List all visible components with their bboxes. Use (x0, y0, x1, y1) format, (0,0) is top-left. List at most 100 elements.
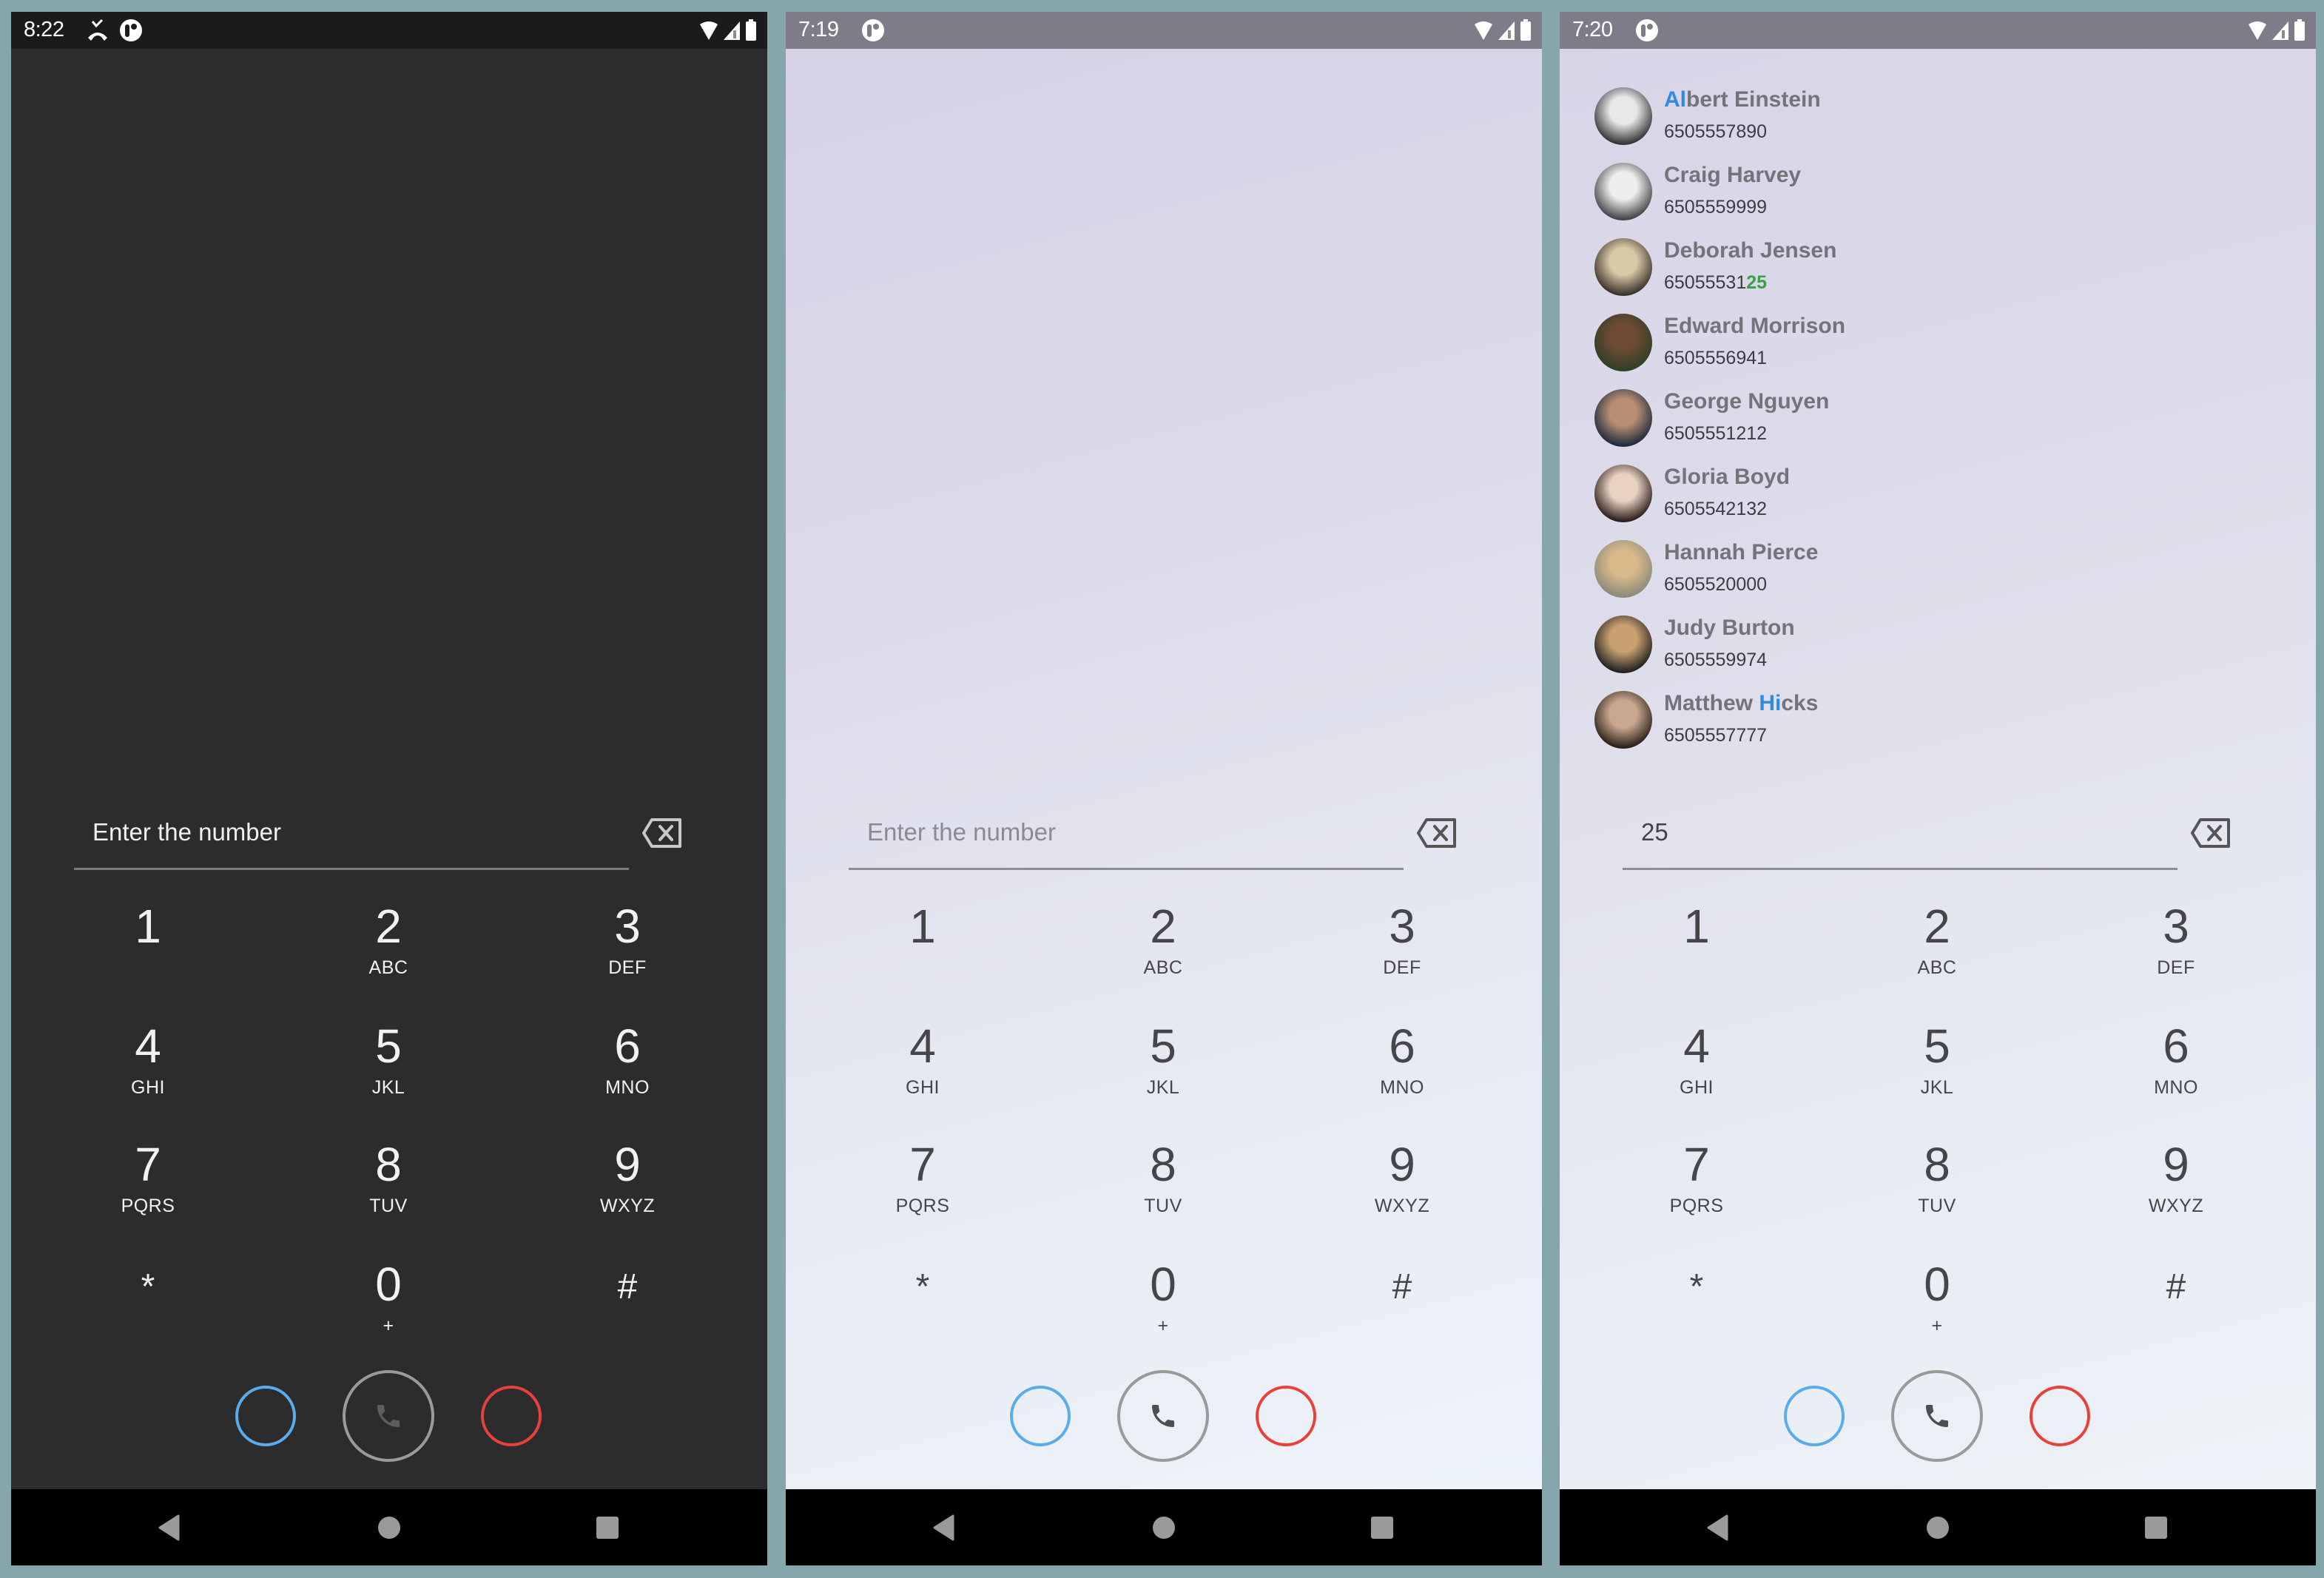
key-2[interactable]: 2 ABC (1878, 892, 1996, 996)
key-digit: 9 (2163, 1138, 2189, 1191)
key-0[interactable]: 0 + (1878, 1250, 1996, 1354)
call-actions (786, 1370, 1542, 1462)
key-letters: MNO (605, 1077, 650, 1098)
number-input-text[interactable]: 25 (1641, 818, 1668, 846)
key-2[interactable]: 2 ABC (1104, 892, 1222, 996)
key-6[interactable]: 6 MNO (1343, 1012, 1461, 1116)
key-6[interactable]: 6 MNO (568, 1012, 687, 1116)
key-8[interactable]: 8 TUV (329, 1130, 448, 1234)
blue-circle-button[interactable] (1784, 1386, 1845, 1446)
key-1[interactable]: 1 (1637, 892, 1756, 996)
key-9[interactable]: 9 WXYZ (1343, 1130, 1461, 1234)
key-3[interactable]: 3 DEF (568, 892, 687, 996)
contact-item[interactable]: Hannah Pierce 6505520000 (1560, 530, 2316, 605)
call-button[interactable] (1117, 1370, 1209, 1462)
key-5[interactable]: 5 JKL (1104, 1012, 1222, 1116)
back-button[interactable] (1702, 1513, 1732, 1542)
contact-item[interactable]: Craig Harvey 6505559999 (1560, 152, 2316, 228)
key-2[interactable]: 2 ABC (329, 892, 448, 996)
recents-button[interactable] (1367, 1513, 1397, 1542)
name-part: Deborah Jensen (1664, 238, 1837, 263)
number-input-placeholder[interactable]: Enter the number (92, 818, 281, 846)
status-bar: 7:20 (1560, 12, 2316, 49)
key-letters: + (1157, 1315, 1169, 1336)
backspace-icon (642, 818, 681, 848)
wifi-icon (2249, 21, 2266, 40)
key-1[interactable]: 1 (863, 892, 982, 996)
backspace-button[interactable] (641, 817, 683, 849)
number-input[interactable]: Enter the number (849, 796, 1404, 870)
home-button[interactable] (1923, 1513, 1953, 1542)
recents-button[interactable] (2141, 1513, 2171, 1542)
key-digit: * (141, 1267, 155, 1306)
key-0[interactable]: 0 + (1104, 1250, 1222, 1354)
contact-name: George Nguyen (1664, 389, 1829, 414)
key-7[interactable]: 7 PQRS (89, 1130, 207, 1234)
phone-screen-3: 7:20 Albert Einstein 6505557890 Craig Harv… (1560, 12, 2316, 1565)
key-star[interactable]: * (1637, 1250, 1756, 1354)
recents-icon (596, 1517, 619, 1539)
contact-name: Craig Harvey (1664, 163, 1801, 188)
call-button[interactable] (1891, 1370, 1983, 1462)
contact-item[interactable]: Albert Einstein 6505557890 (1560, 77, 2316, 152)
contact-item[interactable]: Deborah Jensen 6505553125 (1560, 228, 2316, 303)
input-underline (849, 868, 1404, 870)
contact-phone: 6505553125 (1664, 272, 1767, 294)
key-1[interactable]: 1 (89, 892, 207, 996)
contact-item[interactable]: Gloria Boyd 6505542132 (1560, 454, 2316, 530)
contact-phone: 6505542132 (1664, 499, 1767, 520)
call-button[interactable] (343, 1370, 434, 1462)
key-letters: GHI (131, 1077, 165, 1098)
key-6[interactable]: 6 MNO (2117, 1012, 2235, 1116)
navigation-bar (1560, 1489, 2316, 1565)
key-star[interactable]: * (89, 1250, 207, 1354)
contact-item[interactable]: Matthew Hicks 6505557777 (1560, 681, 2316, 756)
key-hash[interactable]: # (2117, 1250, 2235, 1354)
key-letters: WXYZ (2148, 1196, 2204, 1216)
status-right-icons (2248, 19, 2306, 41)
red-circle-button[interactable] (1256, 1386, 1316, 1446)
contact-item[interactable]: Edward Morrison 6505556941 (1560, 303, 2316, 379)
contact-avatar (1594, 465, 1652, 522)
phone-icon (377, 1405, 400, 1427)
contact-item[interactable]: George Nguyen 6505551212 (1560, 379, 2316, 454)
backspace-button[interactable] (2190, 817, 2232, 849)
battery-icon (746, 19, 756, 41)
status-time: 7:19 (798, 18, 839, 41)
key-4[interactable]: 4 GHI (89, 1012, 207, 1116)
home-button[interactable] (374, 1513, 404, 1542)
number-input[interactable]: 25 (1623, 796, 2178, 870)
key-8[interactable]: 8 TUV (1104, 1130, 1222, 1234)
key-hash[interactable]: # (568, 1250, 687, 1354)
recents-button[interactable] (593, 1513, 622, 1542)
red-circle-button[interactable] (2030, 1386, 2090, 1446)
key-8[interactable]: 8 TUV (1878, 1130, 1996, 1234)
blue-circle-button[interactable] (1010, 1386, 1071, 1446)
key-7[interactable]: 7 PQRS (863, 1130, 982, 1234)
key-3[interactable]: 3 DEF (1343, 892, 1461, 996)
phone-part: 6505557777 (1664, 725, 1768, 746)
key-0[interactable]: 0 + (329, 1250, 448, 1354)
backspace-button[interactable] (1416, 817, 1458, 849)
blue-circle-button[interactable] (235, 1386, 296, 1446)
key-7[interactable]: 7 PQRS (1637, 1130, 1756, 1234)
back-button[interactable] (154, 1513, 183, 1542)
key-hash[interactable]: # (1343, 1250, 1461, 1354)
key-star[interactable]: * (863, 1250, 982, 1354)
key-9[interactable]: 9 WXYZ (2117, 1130, 2235, 1234)
contact-item[interactable]: Judy Burton 6505559974 (1560, 605, 2316, 681)
key-4[interactable]: 4 GHI (863, 1012, 982, 1116)
key-5[interactable]: 5 JKL (1878, 1012, 1996, 1116)
key-4[interactable]: 4 GHI (1637, 1012, 1756, 1116)
back-button[interactable] (929, 1513, 958, 1542)
red-circle-button[interactable] (481, 1386, 542, 1446)
status-right-icons (699, 19, 757, 41)
contact-avatar (1594, 389, 1652, 447)
name-part: George Nguyen (1664, 389, 1830, 414)
number-input[interactable]: Enter the number (74, 796, 629, 870)
key-9[interactable]: 9 WXYZ (568, 1130, 687, 1234)
key-5[interactable]: 5 JKL (329, 1012, 448, 1116)
number-input-placeholder[interactable]: Enter the number (867, 818, 1056, 846)
key-3[interactable]: 3 DEF (2117, 892, 2235, 996)
home-button[interactable] (1149, 1513, 1179, 1542)
